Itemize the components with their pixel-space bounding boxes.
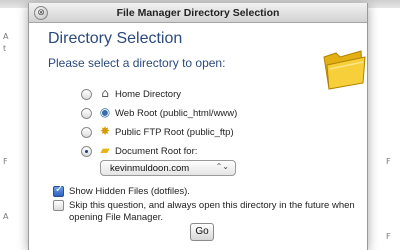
option-label: Public FTP Root (public_ftp)	[115, 127, 234, 138]
skip-question-label: Skip this question, and always open this…	[69, 200, 355, 223]
domain-select[interactable]: kevinmuldoon.com ⌃⌄	[100, 160, 236, 176]
radio-document-root[interactable]	[81, 146, 92, 157]
background-text-fragment: F	[386, 157, 391, 166]
folder-icon	[323, 50, 366, 90]
directory-selection-dialog: ⊗ File Manager Directory Selection Direc…	[28, 3, 368, 250]
home-icon: ⌂	[101, 86, 109, 100]
background-text-fragment: t	[3, 44, 7, 53]
radio-public-ftp-root[interactable]	[81, 127, 92, 138]
dialog-title: File Manager Directory Selection	[116, 7, 280, 19]
checkmark-icon: ✓	[55, 184, 64, 195]
background-text-fragment: A	[3, 32, 9, 41]
show-hidden-label: Show Hidden Files (dotfiles).	[69, 186, 190, 197]
skip-question-checkbox[interactable]	[53, 200, 64, 211]
option-label: Home Directory	[115, 89, 181, 100]
show-hidden-checkbox[interactable]: ✓	[53, 184, 64, 197]
radio-home-directory[interactable]	[81, 89, 92, 100]
option-label: Web Root (public_html/www)	[115, 108, 238, 119]
dialog-titlebar[interactable]: ⊗ File Manager Directory Selection	[29, 3, 367, 23]
background-text-fragment: F	[386, 232, 391, 241]
go-button[interactable]: Go	[190, 223, 214, 241]
background-text-fragment: A	[3, 212, 9, 221]
ftp-icon: ✸	[99, 124, 111, 138]
globe-icon: ◉	[99, 105, 111, 119]
instruction-text: Please select a directory to open:	[48, 56, 226, 70]
folder-icon: ▰	[100, 143, 110, 157]
page-title: Directory Selection	[48, 30, 183, 47]
radio-web-root[interactable]	[81, 108, 92, 119]
select-arrows-icon: ⌃⌄	[215, 162, 229, 171]
domain-select-value: kevinmuldoon.com	[110, 163, 190, 174]
option-label: Document Root for:	[115, 146, 198, 157]
background-text-fragment: F	[3, 157, 8, 166]
